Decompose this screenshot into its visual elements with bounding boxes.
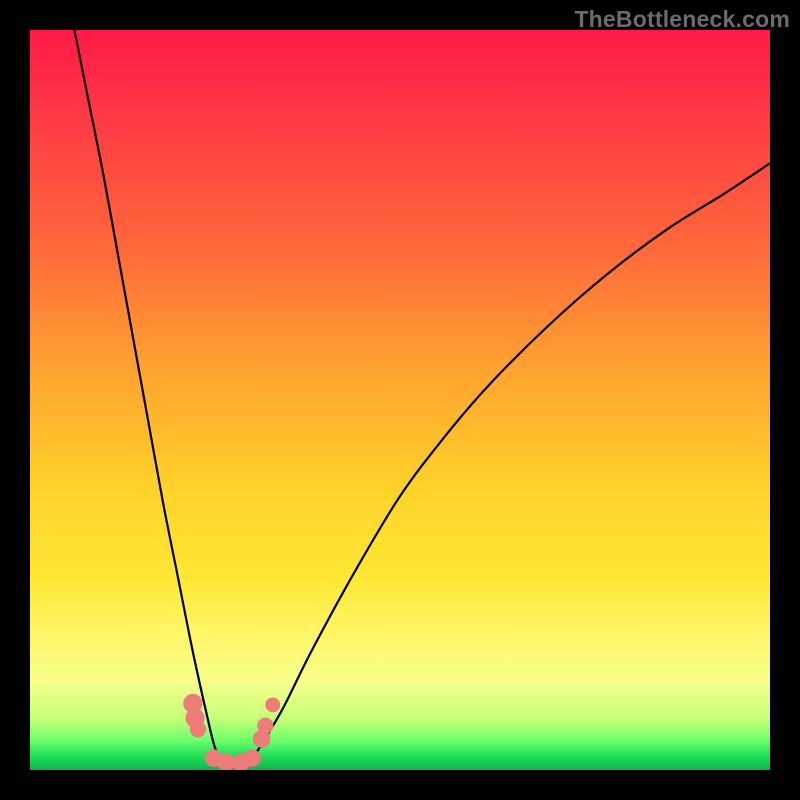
curve-left [74,30,222,763]
trough-marker [190,721,206,737]
outer-frame: TheBottleneck.com [0,0,800,800]
trough-marker [265,697,280,712]
trough-marker [243,749,261,767]
curve-layer [30,30,770,770]
trough-markers [183,694,280,770]
watermark-text: TheBottleneck.com [574,6,790,33]
plot-area [30,30,770,770]
curve-right [252,163,770,759]
trough-marker [257,717,273,733]
